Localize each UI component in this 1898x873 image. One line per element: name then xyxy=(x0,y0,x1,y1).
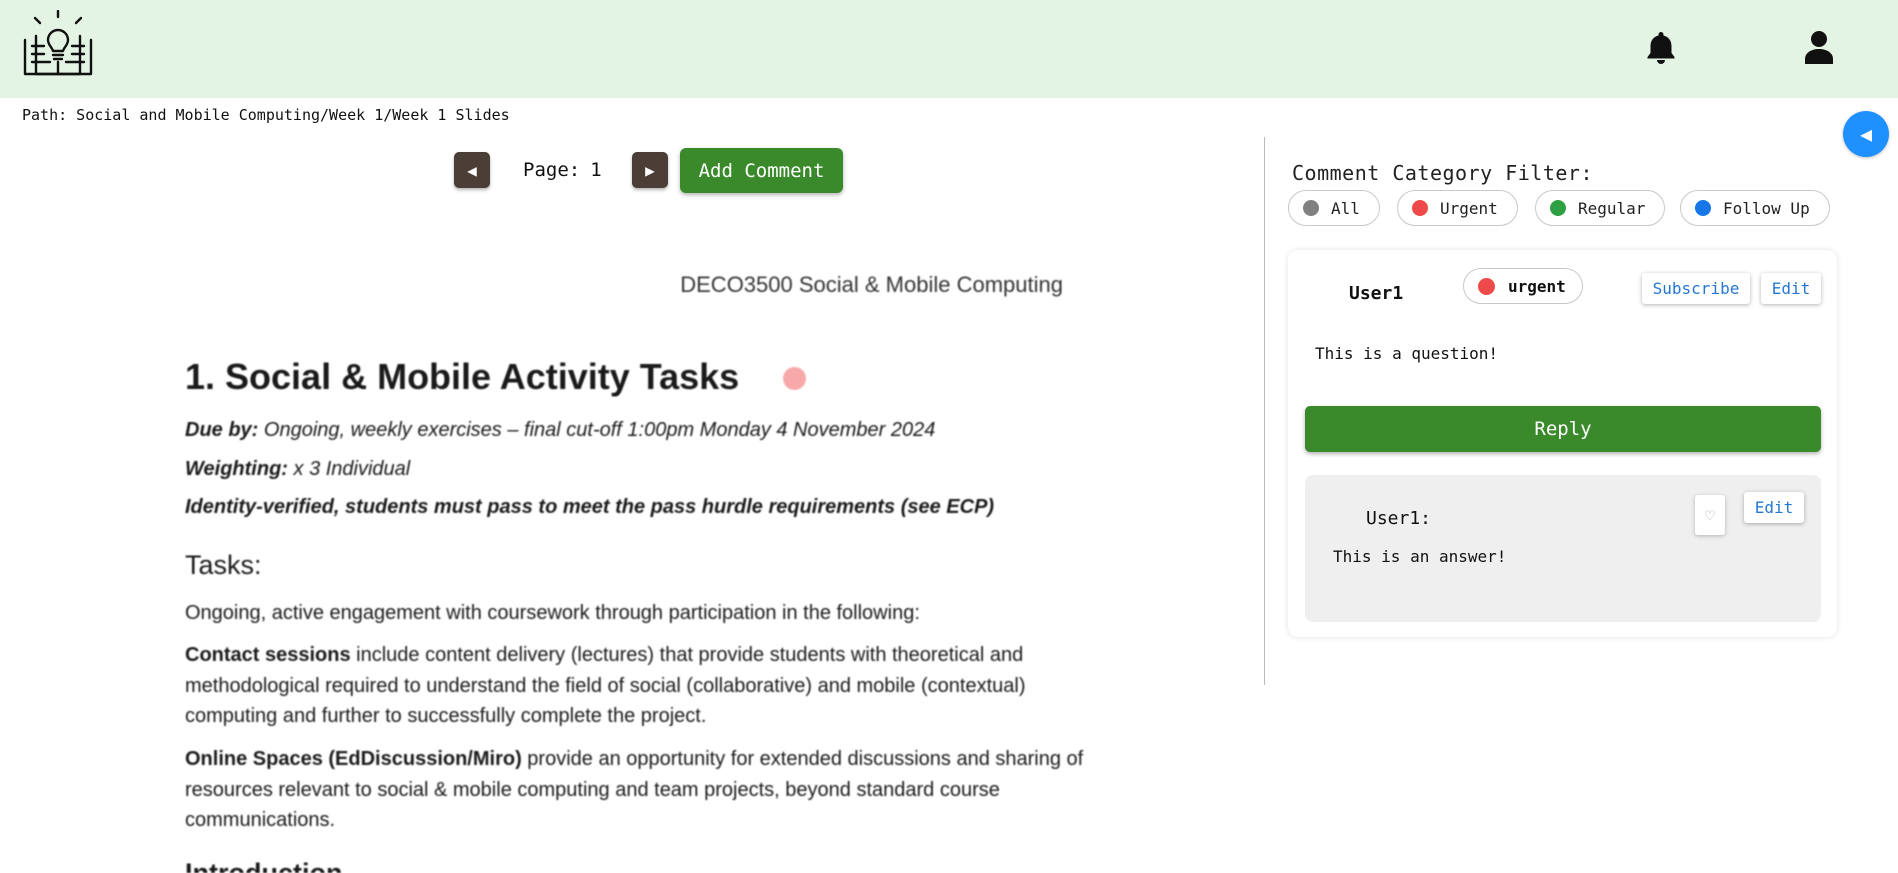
comment-author: User1 xyxy=(1349,283,1404,304)
user-icon[interactable] xyxy=(1803,30,1835,64)
edit-comment-button[interactable]: Edit xyxy=(1761,273,1821,304)
tasks-heading: Tasks: xyxy=(185,550,262,580)
filter-follow-up-label: Follow Up xyxy=(1723,198,1810,218)
subscribe-button[interactable]: Subscribe xyxy=(1642,273,1750,304)
filter-all-dot xyxy=(1303,200,1319,216)
reply-author: User1: xyxy=(1366,508,1432,529)
top-header xyxy=(0,0,1898,98)
filter-regular-dot xyxy=(1550,200,1566,216)
filter-regular-button[interactable]: Regular xyxy=(1535,190,1665,226)
due-line: Due by: Ongoing, weekly exercises – fina… xyxy=(185,419,935,442)
comment-card: User1 urgent Subscribe Edit This is a qu… xyxy=(1288,250,1837,637)
next-page-button[interactable]: ▶ xyxy=(632,152,668,188)
category-dot xyxy=(1478,277,1495,295)
tasks-intro: Ongoing, active engagement with coursewo… xyxy=(185,602,920,624)
add-comment-button[interactable]: Add Comment xyxy=(680,148,843,193)
bell-icon[interactable] xyxy=(1646,30,1676,64)
identity-line: Identity-verified, students must pass to… xyxy=(185,496,995,518)
breadcrumb-path: Path: Social and Mobile Computing/Week 1… xyxy=(22,106,510,124)
heart-icon: ♡ xyxy=(1705,505,1715,525)
filter-urgent-button[interactable]: Urgent xyxy=(1397,190,1518,226)
reply-text: This is an answer! xyxy=(1333,547,1507,566)
comment-category-badge: urgent xyxy=(1463,268,1583,304)
due-label: Due by: xyxy=(185,419,259,441)
panel-divider xyxy=(1264,137,1265,685)
slide-document: DECO3500 Social & Mobile Computing 1. So… xyxy=(160,260,1120,873)
filter-urgent-dot xyxy=(1412,200,1428,216)
previous-page-button[interactable]: ◀ xyxy=(454,152,490,188)
slide-course-header: DECO3500 Social & Mobile Computing xyxy=(680,272,1063,297)
slide-title: 1. Social & Mobile Activity Tasks xyxy=(185,356,740,397)
page-number: 1 xyxy=(590,159,602,181)
filter-follow-up-button[interactable]: Follow Up xyxy=(1680,190,1830,226)
comment-marker[interactable] xyxy=(783,367,806,390)
weighting-line: Weighting: x 3 Individual xyxy=(185,458,410,481)
filter-follow-up-dot xyxy=(1695,200,1711,216)
online-label: Online Spaces (EdDiscussion/Miro) xyxy=(185,748,522,770)
filter-regular-label: Regular xyxy=(1578,198,1646,218)
reply-button[interactable]: Reply xyxy=(1305,406,1821,452)
weighting-label: Weighting: xyxy=(185,458,288,480)
weighting-value: x 3 Individual xyxy=(287,458,411,480)
filter-urgent-label: Urgent xyxy=(1440,198,1498,218)
contact-sessions-paragraph: Contact sessions include content deliver… xyxy=(185,640,1115,732)
category-label: urgent xyxy=(1508,276,1566,296)
comment-text: This is a question! xyxy=(1315,344,1499,363)
like-button[interactable]: ♡ xyxy=(1695,495,1725,535)
page-indicator: Page: 1 xyxy=(523,159,602,181)
page-label: Page: xyxy=(523,159,581,181)
edit-reply-button[interactable]: Edit xyxy=(1744,492,1804,523)
next-section-heading: Introduction xyxy=(185,858,343,873)
reply-item: User1: This is an answer! ♡ Edit xyxy=(1305,475,1821,622)
comment-filter-title: Comment Category Filter: xyxy=(1292,161,1593,185)
filter-all-button[interactable]: All xyxy=(1288,190,1380,226)
due-value: Ongoing, weekly exercises – final cut-of… xyxy=(258,419,936,441)
filter-all-label: All xyxy=(1331,198,1360,218)
contact-label: Contact sessions xyxy=(185,644,351,666)
online-spaces-paragraph: Online Spaces (EdDiscussion/Miro) provid… xyxy=(185,744,1115,836)
lightbulb-book-icon[interactable] xyxy=(22,10,94,80)
toggle-comments-panel-button[interactable]: ◀ xyxy=(1843,111,1889,157)
